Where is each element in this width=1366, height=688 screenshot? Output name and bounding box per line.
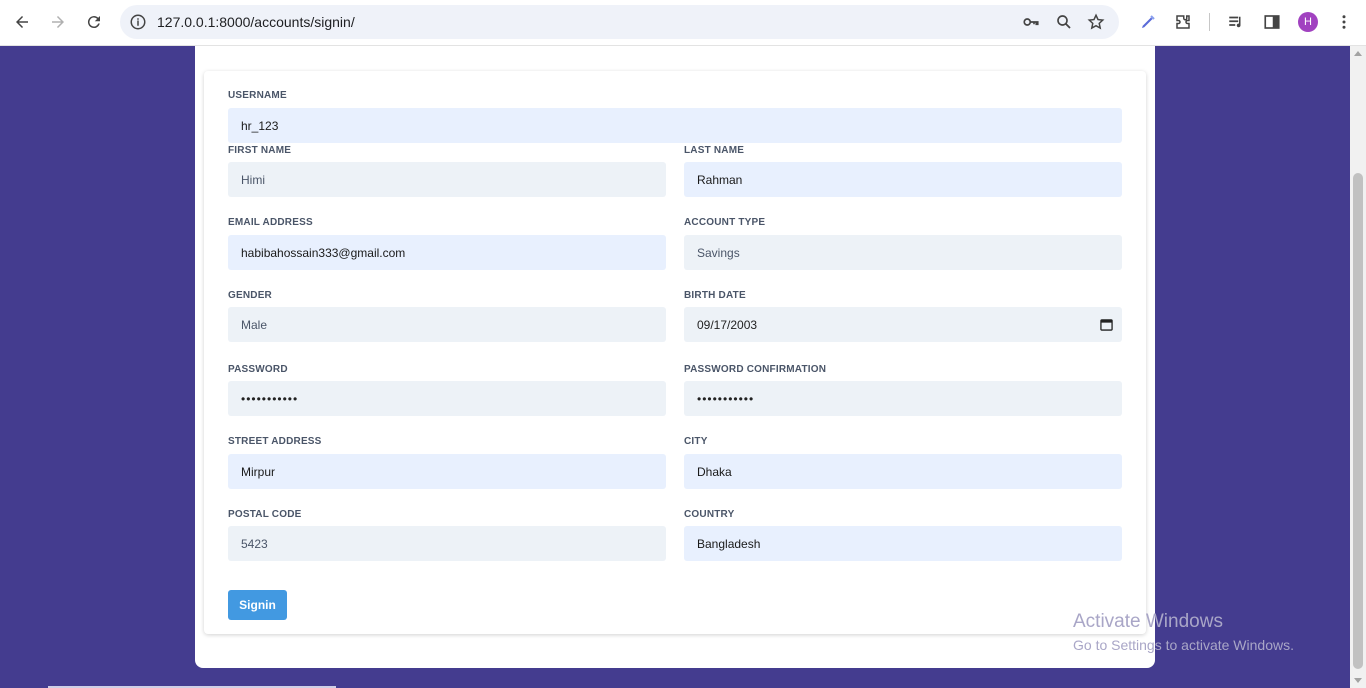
- street-address-label: STREET ADDRESS: [228, 436, 322, 447]
- site-info-icon[interactable]: [128, 12, 148, 32]
- country-field: COUNTRY Bangladesh: [684, 509, 1122, 561]
- vertical-scrollbar[interactable]: [1350, 46, 1366, 688]
- reload-button[interactable]: [80, 8, 108, 36]
- birth-date-input[interactable]: 09/17/2003: [684, 307, 1122, 342]
- last-name-field: LAST NAME Rahman: [684, 145, 1122, 197]
- back-button[interactable]: [8, 8, 36, 36]
- watermark-title: Activate Windows: [1073, 611, 1223, 632]
- password-confirmation-label: PASSWORD CONFIRMATION: [684, 364, 827, 375]
- birth-date-field: BIRTH DATE 09/17/2003: [684, 290, 1122, 342]
- extension-pen-icon[interactable]: [1137, 11, 1159, 33]
- city-input[interactable]: Dhaka: [684, 454, 1122, 489]
- zoom-icon[interactable]: [1054, 12, 1074, 32]
- more-menu-icon[interactable]: [1333, 11, 1355, 33]
- arrow-right-icon: [52, 16, 64, 28]
- postal-code-label: POSTAL CODE: [228, 509, 302, 520]
- password-input[interactable]: •••••••••••: [228, 381, 666, 416]
- side-panel-icon[interactable]: [1261, 11, 1283, 33]
- signin-form: USERNAME hr_123 FIRST NAME Himi LAST NAM…: [204, 71, 1146, 634]
- forward-button[interactable]: [44, 8, 72, 36]
- gender-label: GENDER: [228, 290, 272, 301]
- scroll-up-icon[interactable]: [1354, 51, 1362, 56]
- watermark-subtitle: Go to Settings to activate Windows.: [1073, 637, 1294, 653]
- street-address-input[interactable]: Mirpur: [228, 454, 666, 489]
- last-name-input[interactable]: Rahman: [684, 162, 1122, 197]
- street-address-field: STREET ADDRESS Mirpur: [228, 436, 666, 489]
- country-label: COUNTRY: [684, 509, 735, 520]
- country-input[interactable]: Bangladesh: [684, 526, 1122, 561]
- birth-date-value: 09/17/2003: [697, 317, 758, 332]
- username-input[interactable]: hr_123: [228, 108, 1122, 143]
- first-name-input[interactable]: Himi: [228, 162, 666, 197]
- page-viewport: USERNAME hr_123 FIRST NAME Himi LAST NAM…: [0, 46, 1350, 688]
- password-confirmation-input[interactable]: •••••••••••: [684, 381, 1122, 416]
- media-queue-icon[interactable]: [1225, 11, 1247, 33]
- password-confirmation-field: PASSWORD CONFIRMATION •••••••••••: [684, 364, 1122, 416]
- scroll-down-icon[interactable]: [1354, 678, 1362, 683]
- gender-field: GENDER Male: [228, 290, 666, 342]
- address-bar[interactable]: 127.0.0.1:8000/accounts/signin/: [120, 5, 1119, 39]
- account-type-label: ACCOUNT TYPE: [684, 217, 766, 228]
- gender-input[interactable]: Male: [228, 307, 666, 342]
- account-type-input[interactable]: Savings: [684, 235, 1122, 270]
- postal-code-field: POSTAL CODE 5423: [228, 509, 666, 561]
- reload-icon: [87, 16, 100, 29]
- email-input[interactable]: habibahossain333@gmail.com: [228, 235, 666, 270]
- browser-toolbar: 127.0.0.1:8000/accounts/signin/ H: [0, 0, 1366, 46]
- calendar-icon[interactable]: [1100, 318, 1113, 331]
- password-field: PASSWORD •••••••••••: [228, 364, 666, 416]
- postal-code-input[interactable]: 5423: [228, 526, 666, 561]
- email-label: EMAIL ADDRESS: [228, 217, 313, 228]
- profile-avatar[interactable]: H: [1298, 12, 1318, 32]
- email-field: EMAIL ADDRESS habibahossain333@gmail.com: [228, 217, 666, 270]
- url-text[interactable]: 127.0.0.1:8000/accounts/signin/: [157, 14, 355, 30]
- key-icon[interactable]: [1021, 12, 1041, 32]
- bookmark-star-icon[interactable]: [1086, 12, 1106, 32]
- page-card: USERNAME hr_123 FIRST NAME Himi LAST NAM…: [195, 46, 1155, 668]
- first-name-label: FIRST NAME: [228, 145, 292, 156]
- password-label: PASSWORD: [228, 364, 288, 375]
- city-field: CITY Dhaka: [684, 436, 1122, 489]
- account-type-field: ACCOUNT TYPE Savings: [684, 217, 1122, 270]
- scrollbar-thumb[interactable]: [1353, 173, 1363, 669]
- birth-date-label: BIRTH DATE: [684, 290, 746, 301]
- username-label: USERNAME: [228, 90, 287, 101]
- arrow-left-icon: [16, 16, 28, 28]
- first-name-field: FIRST NAME Himi: [228, 145, 666, 197]
- extensions-puzzle-icon[interactable]: [1172, 11, 1194, 33]
- toolbar-divider: [1209, 13, 1210, 31]
- last-name-label: LAST NAME: [684, 145, 745, 156]
- signin-button[interactable]: Signin: [228, 590, 287, 620]
- username-field: USERNAME hr_123: [228, 90, 1122, 143]
- windows-activation-watermark: Activate Windows Go to Settings to activ…: [1073, 609, 1294, 655]
- city-label: CITY: [684, 436, 708, 447]
